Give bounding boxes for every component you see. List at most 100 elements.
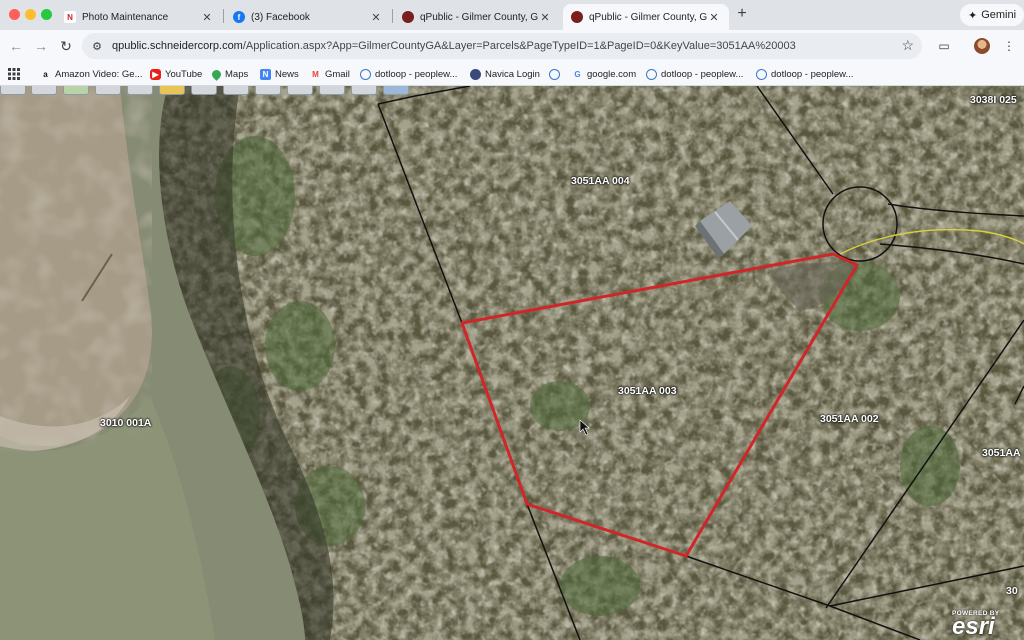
tab-title: Photo Maintenance — [82, 11, 169, 23]
bookmark-dotloop-1[interactable]: dotloop - peoplew... — [360, 66, 457, 82]
aerial-imagery — [0, 86, 1024, 640]
tab-title: qPublic - Gilmer County, GA — [420, 11, 538, 23]
bookmark-label: dotloop - peoplew... — [375, 68, 458, 80]
dotloop-icon — [756, 68, 767, 80]
parcel-map[interactable]: 3051AA 004 3051AA 003 3051AA 002 3051AA … — [0, 86, 1024, 640]
bookmark-label: News — [275, 68, 299, 80]
tab-strip: N Photo Maintenance ✕ f (3) Facebook ✕ q… — [0, 0, 1024, 30]
map-tool-button[interactable] — [383, 86, 409, 95]
map-tool-button[interactable] — [319, 86, 345, 95]
parcel-label[interactable]: 3038I 025 — [970, 94, 1017, 106]
bookmark-amazon[interactable]: a Amazon Video: Ge... — [40, 66, 143, 82]
back-button[interactable]: ← — [6, 36, 26, 56]
parcel-label[interactable]: 3010 001A — [100, 417, 151, 429]
bookmark-youtube[interactable]: ▶ YouTube — [150, 66, 202, 82]
apps-grid-icon[interactable] — [8, 66, 20, 82]
facebook-icon: f — [233, 11, 245, 23]
address-bar[interactable]: ⚙ qpublic.schneidercorp.com/Application.… — [82, 33, 922, 59]
map-tool-button[interactable] — [159, 86, 185, 95]
navica-icon — [470, 68, 481, 80]
bookmark-label: Gmail — [325, 68, 350, 80]
parcel-label[interactable]: 3051AA 004 — [571, 175, 630, 187]
tab-qpublic-active[interactable]: qPublic - Gilmer County, GA ✕ — [563, 4, 729, 30]
bookmark-label: Navica Login — [485, 68, 540, 80]
esri-attribution[interactable]: POWERED BY esri — [952, 610, 999, 640]
url-path: /Application.aspx?App=GilmerCountyGA&Lay… — [242, 40, 796, 52]
tab-facebook[interactable]: f (3) Facebook ✕ — [225, 4, 391, 30]
bookmark-google[interactable]: Ggoogle.com — [572, 66, 636, 82]
qpublic-icon — [402, 11, 414, 23]
bookmark-maps[interactable]: Maps — [210, 66, 249, 82]
parcel-label[interactable]: 3051AA 002 — [820, 413, 879, 425]
gemini-button[interactable]: ✦ Gemini — [960, 4, 1024, 26]
browser-toolbar: ← → ↻ ⚙ qpublic.schneidercorp.com/Applic… — [0, 30, 1024, 62]
map-toolbar — [0, 86, 420, 96]
map-tool-button[interactable] — [223, 86, 249, 95]
close-tab-icon[interactable]: ✕ — [538, 10, 552, 24]
qpublic-icon — [571, 11, 583, 23]
window-minimize-button[interactable] — [25, 9, 36, 20]
map-tool-button[interactable] — [351, 86, 377, 95]
bookmarks-bar: a Amazon Video: Ge... ▶ YouTube Maps N News… — [0, 62, 1024, 86]
bookmark-label: YouTube — [165, 68, 203, 80]
n-logo-icon: N — [64, 11, 76, 23]
close-tab-icon[interactable]: ✕ — [369, 10, 383, 24]
parcel-label[interactable]: 3051AA — [982, 447, 1021, 459]
dotloop-icon — [360, 68, 371, 80]
close-tab-icon[interactable]: ✕ — [707, 10, 721, 24]
map-tool-button[interactable] — [31, 86, 57, 95]
plus-icon: + — [737, 5, 747, 22]
maps-icon — [210, 67, 223, 81]
reload-icon: ↻ — [60, 37, 72, 54]
bookmark-dotloop-3[interactable]: dotloop - peoplew... — [646, 66, 743, 82]
bookmark-label: dotloop - peoplew... — [661, 68, 744, 80]
url-text[interactable]: qpublic.schneidercorp.com/Application.as… — [112, 40, 796, 52]
forward-button[interactable]: → — [31, 36, 51, 56]
tab-title: (3) Facebook — [251, 11, 310, 23]
bookmark-label: Maps — [225, 68, 249, 80]
site-info-icon[interactable]: ⚙ — [90, 39, 104, 53]
esri-logo: esri — [952, 613, 995, 640]
arrow-right-icon: → — [34, 38, 48, 54]
amazon-icon: a — [43, 69, 48, 79]
sparkle-icon: ✦ — [968, 9, 978, 22]
bookmark-dotloop-4[interactable]: dotloop - peoplew... — [756, 66, 853, 82]
cast-icon[interactable]: ▭ — [934, 36, 954, 56]
tab-qpublic-1[interactable]: qPublic - Gilmer County, GA ✕ — [394, 4, 560, 30]
bookmark-label: dotloop - peoplew... — [771, 68, 854, 80]
map-tool-button[interactable] — [191, 86, 217, 95]
url-host: qpublic.schneidercorp.com — [112, 40, 243, 52]
youtube-icon: ▶ — [150, 68, 161, 80]
gemini-label: Gemini — [981, 9, 1017, 21]
map-tool-button[interactable] — [95, 86, 121, 95]
dotloop-icon — [646, 68, 657, 80]
new-tab-button[interactable]: + — [734, 5, 750, 22]
bookmark-gmail[interactable]: M Gmail — [310, 66, 350, 82]
map-tool-button[interactable] — [255, 86, 281, 95]
bookmark-label: google.com — [587, 68, 637, 80]
window-close-button[interactable] — [9, 9, 20, 20]
close-tab-icon[interactable]: ✕ — [200, 10, 214, 24]
tab-photo-maintenance[interactable]: N Photo Maintenance ✕ — [56, 4, 222, 30]
parcel-label[interactable]: 30 — [1006, 585, 1018, 597]
bookmark-star-icon[interactable]: ☆ — [901, 37, 914, 54]
map-tool-button[interactable] — [0, 86, 26, 95]
window-maximize-button[interactable] — [41, 9, 52, 20]
reload-button[interactable]: ↻ — [56, 36, 76, 56]
arrow-left-icon: ← — [9, 38, 23, 54]
bookmark-navica[interactable]: Navica Login — [470, 66, 540, 82]
dotloop-icon — [549, 68, 560, 80]
google-icon: G — [574, 69, 581, 79]
map-tool-button[interactable] — [287, 86, 313, 95]
bookmark-label: Amazon Video: Ge... — [55, 68, 143, 80]
bookmark-dotloop-2[interactable] — [549, 66, 564, 82]
news-icon: N — [260, 68, 271, 80]
map-tool-button[interactable] — [63, 86, 89, 95]
menu-icon[interactable]: ⋮ — [999, 36, 1019, 56]
bookmark-news[interactable]: N News — [260, 66, 299, 82]
map-tool-button[interactable] — [127, 86, 153, 95]
parcel-label-selected[interactable]: 3051AA 003 — [618, 385, 677, 397]
avatar[interactable] — [974, 38, 990, 54]
tab-title: qPublic - Gilmer County, GA — [589, 11, 707, 23]
gmail-icon: M — [312, 69, 319, 79]
